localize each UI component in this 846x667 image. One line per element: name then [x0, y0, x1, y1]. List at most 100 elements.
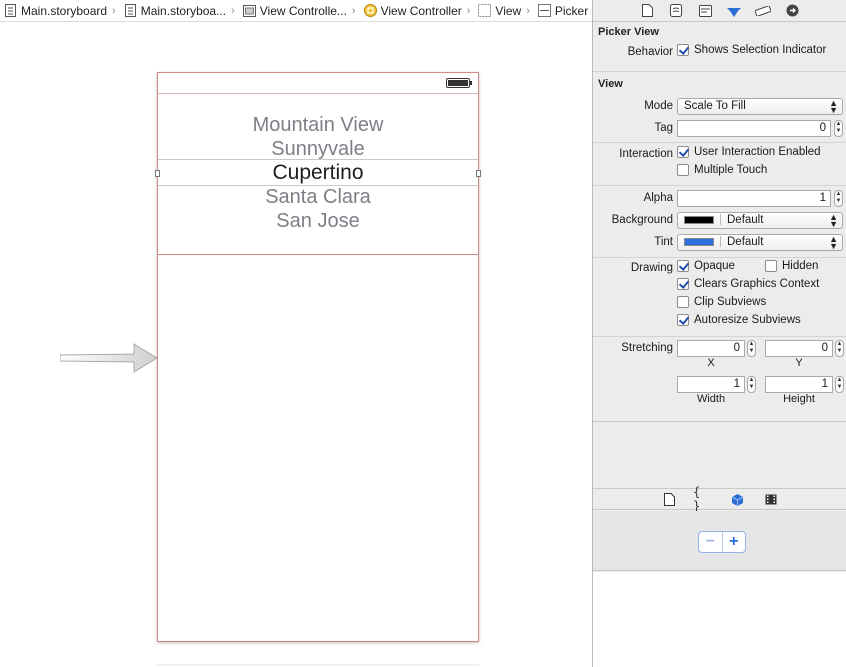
tag-stepper[interactable]: ▲ ▼ [834, 120, 843, 137]
checkbox[interactable] [677, 314, 689, 326]
behavior-label: Behavior [627, 46, 673, 58]
tag-field[interactable]: 0 [677, 120, 831, 137]
resize-handle-right[interactable] [476, 170, 481, 177]
autoresize-subviews-row: Autoresize Subviews [593, 314, 846, 332]
size-inspector-icon[interactable] [753, 2, 773, 20]
chevron-right-icon: › [526, 4, 530, 17]
stretch-width-field[interactable]: 1 [677, 376, 745, 393]
checkbox[interactable] [677, 146, 689, 158]
picker-view[interactable]: Mountain View Sunnyvale Cupertino Santa … [155, 93, 481, 255]
checkbox[interactable] [677, 44, 689, 56]
alpha-stepper[interactable]: ▲ ▼ [834, 190, 843, 207]
mode-popup[interactable]: Scale To Fill ▲ ▼ [677, 98, 843, 115]
stretching-row: Stretching 0 ▲ ▼ 0 ▲ ▼ [593, 340, 846, 358]
stretch-height-field[interactable]: 1 [765, 376, 833, 393]
picker-row[interactable]: San Jose [158, 209, 478, 233]
zoom-in-button[interactable]: + [723, 532, 746, 552]
stretch-y-field[interactable]: 0 [765, 340, 833, 357]
stretch-y-stepper[interactable]: ▲ ▼ [835, 340, 844, 357]
breadcrumb-item-view-controller[interactable]: View Controller › [360, 0, 475, 21]
checkbox[interactable] [677, 296, 689, 308]
background-color-swatch [684, 215, 714, 224]
inspector-selector-bar [593, 0, 846, 22]
object-library-icon[interactable] [727, 490, 747, 508]
checkbox[interactable] [765, 260, 777, 272]
jump-bar: Main.storyboard › Main.storyboa... › Vie… [0, 0, 592, 22]
checkbox[interactable] [677, 164, 689, 176]
library-content[interactable] [593, 572, 846, 667]
battery-icon [446, 78, 472, 88]
file-inspector-icon[interactable] [637, 2, 657, 20]
popup-arrows-icon: ▲ ▼ [829, 212, 838, 229]
x-label: X [707, 357, 715, 369]
background-label: Background [611, 214, 673, 226]
view-controller-scene-icon [242, 4, 256, 18]
resize-handle-left[interactable] [155, 170, 160, 177]
breadcrumb-label: Main.storyboa... [140, 3, 227, 18]
tint-color-swatch [684, 237, 714, 246]
multiple-touch-checkbox[interactable]: Multiple Touch [677, 164, 767, 176]
breadcrumb-item-main-storyboard-base[interactable]: Main.storyboa... › [120, 0, 239, 21]
chevron-right-icon: › [351, 4, 356, 17]
zoom-out-button[interactable]: − [699, 532, 723, 552]
height-label: Height [783, 393, 815, 405]
user-interaction-enabled-checkbox[interactable]: User Interaction Enabled [677, 146, 821, 158]
divider [593, 185, 846, 186]
background-color-popup[interactable]: Default ▲ ▼ [677, 212, 843, 229]
alpha-field[interactable]: 1 [677, 190, 831, 207]
breadcrumb-item-view-controller-scene[interactable]: View Controlle... › [239, 0, 360, 21]
view-icon [478, 4, 492, 18]
opaque-checkbox[interactable]: Opaque [677, 260, 735, 272]
breadcrumb-label: View Controller [380, 3, 462, 18]
multiple-touch-row: Multiple Touch [593, 164, 846, 182]
status-bar [158, 73, 478, 94]
storyboard-icon [124, 4, 137, 18]
library-toolbar: − + [593, 511, 846, 571]
drawing-label: Drawing [630, 262, 673, 274]
attributes-inspector-icon[interactable] [724, 2, 744, 20]
breadcrumb-item-main-storyboard[interactable]: Main.storyboard › [0, 0, 120, 21]
stretch-width-stepper[interactable]: ▲ ▼ [747, 376, 756, 393]
zoom-segmented-control[interactable]: − + [698, 531, 746, 553]
view-controller-scene[interactable]: Mountain View Sunnyvale Cupertino Santa … [155, 72, 481, 642]
stretching-label: Stretching [621, 342, 673, 354]
stretch-x-stepper[interactable]: ▲ ▼ [747, 340, 756, 357]
hidden-checkbox[interactable]: Hidden [765, 260, 818, 272]
library-selector-bar: { } [593, 485, 846, 513]
selection-indicator-top [158, 159, 478, 160]
stretch-x-field[interactable]: 0 [677, 340, 745, 357]
code-snippet-library-icon[interactable]: { } [693, 485, 713, 513]
picker-row[interactable]: Santa Clara [158, 185, 478, 209]
drawing-row: Drawing Opaque Hidden [593, 260, 846, 278]
initial-view-controller-arrow-icon[interactable] [60, 340, 160, 380]
picker-row[interactable]: Mountain View [158, 113, 478, 137]
file-template-library-icon[interactable] [659, 490, 679, 508]
tag-label: Tag [654, 122, 673, 134]
clip-subviews-row: Clip Subviews [593, 296, 846, 314]
stretching-size-row: 1 ▲ ▼ 1 ▲ ▼ [593, 376, 846, 394]
shows-selection-indicator-checkbox[interactable]: Shows Selection Indicator [677, 44, 826, 56]
checkbox[interactable] [677, 278, 689, 290]
breadcrumb-item-view[interactable]: View › [474, 0, 533, 21]
checkbox[interactable] [677, 260, 689, 272]
connections-inspector-icon[interactable] [782, 2, 802, 20]
picker-row[interactable]: Sunnyvale [158, 137, 478, 161]
clears-graphics-context-checkbox[interactable]: Clears Graphics Context [677, 278, 819, 290]
breadcrumb-label: Main.storyboard [21, 3, 108, 18]
tint-color-popup[interactable]: Default ▲ ▼ [677, 234, 843, 251]
clip-subviews-checkbox[interactable]: Clip Subviews [677, 296, 766, 308]
picker-row-selected[interactable]: Cupertino [158, 161, 478, 185]
interaction-label: Interaction [619, 148, 673, 160]
breadcrumb-item-picker[interactable]: Picker [534, 0, 588, 21]
stretch-height-stepper[interactable]: ▲ ▼ [835, 376, 844, 393]
storyboard-icon [4, 4, 17, 18]
media-library-icon[interactable] [761, 490, 781, 508]
quick-help-icon[interactable] [666, 2, 686, 20]
autoresize-subviews-checkbox[interactable]: Autoresize Subviews [677, 314, 801, 326]
identity-inspector-icon[interactable] [695, 2, 715, 20]
section-title: Picker View [598, 26, 659, 38]
divider [593, 336, 846, 337]
chevron-right-icon: › [231, 4, 235, 17]
storyboard-canvas[interactable]: Mountain View Sunnyvale Cupertino Santa … [0, 22, 592, 667]
tint-label: Tint [654, 236, 673, 248]
